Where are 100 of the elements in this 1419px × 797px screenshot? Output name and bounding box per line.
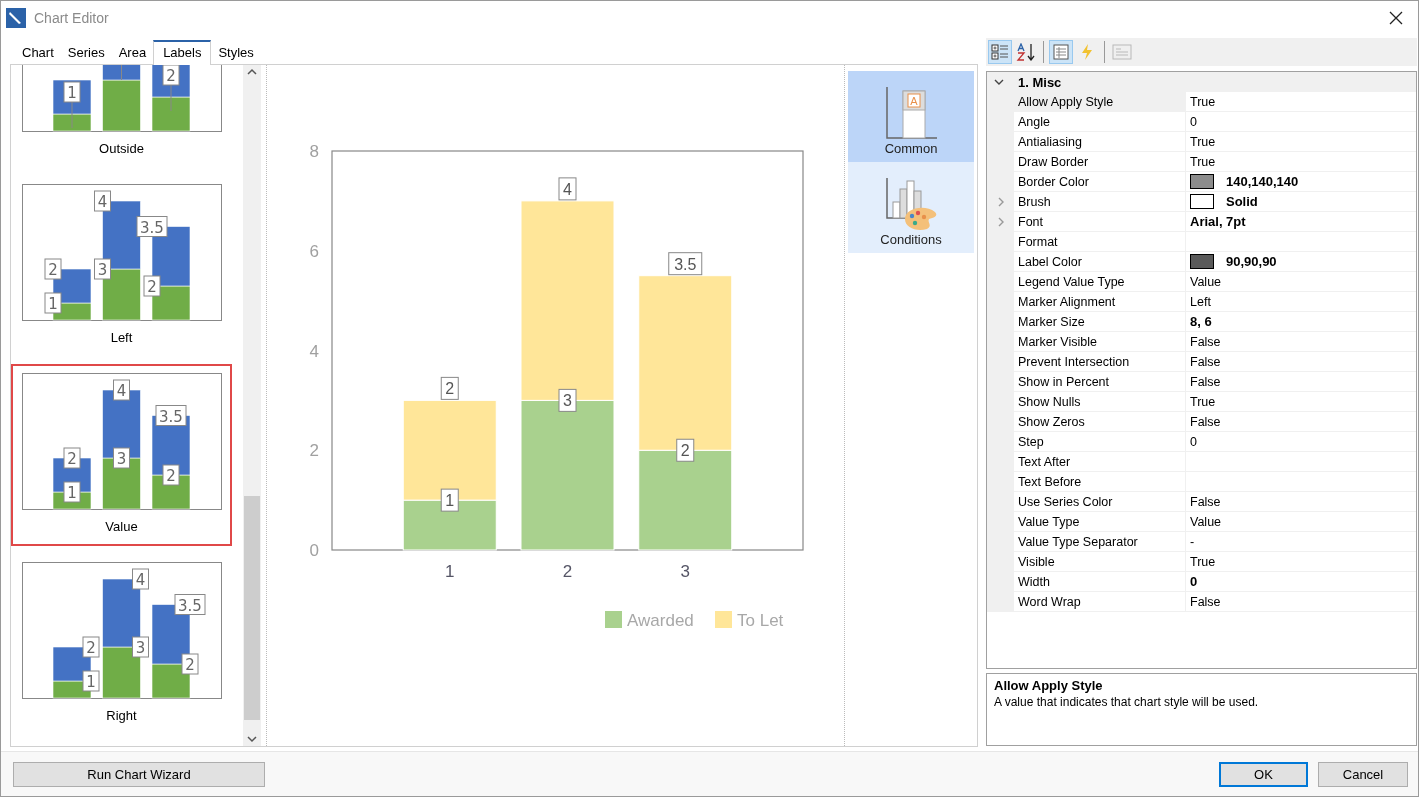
label-style-option[interactable]: 1 2 3 4 2 3.5 Right [11, 553, 232, 735]
property-name[interactable]: Prevent Intersection [1014, 352, 1186, 372]
property-value[interactable]: Value [1190, 274, 1222, 289]
category-button[interactable]: A Common [848, 71, 974, 162]
property-name[interactable]: Draw Border [1014, 152, 1186, 172]
property-row[interactable]: Format [987, 232, 1416, 252]
property-name[interactable]: Word Wrap [1014, 592, 1186, 612]
property-row[interactable]: Visible True [987, 552, 1416, 572]
property-row[interactable]: Legend Value Type Value [987, 272, 1416, 292]
property-value[interactable]: 90,90,90 [1226, 254, 1277, 269]
property-value[interactable]: False [1190, 374, 1221, 389]
property-row[interactable]: Value Type Value [987, 512, 1416, 532]
property-name[interactable]: Antialiasing [1014, 132, 1186, 152]
thumbnail-value-label: 2 [162, 65, 179, 112]
property-name[interactable]: Angle [1014, 112, 1186, 132]
property-name[interactable]: Step [1014, 432, 1186, 452]
property-value[interactable]: False [1190, 354, 1221, 369]
label-style-option[interactable]: 1 2 3 4 2 3.5 Left [11, 175, 232, 357]
property-name[interactable]: Value Type [1014, 512, 1186, 532]
property-row[interactable]: Angle 0 [987, 112, 1416, 132]
x-tick-label: 1 [445, 562, 455, 581]
property-name[interactable]: Width [1014, 572, 1186, 592]
property-name[interactable]: Visible [1014, 552, 1186, 572]
property-row[interactable]: Text After [987, 452, 1416, 472]
property-value[interactable]: False [1190, 594, 1221, 609]
property-name[interactable]: Use Series Color [1014, 492, 1186, 512]
property-row[interactable]: Show in Percent False [987, 372, 1416, 392]
property-row[interactable]: Width 0 [987, 572, 1416, 592]
property-name[interactable]: Text After [1014, 452, 1186, 472]
property-value[interactable]: - [1190, 534, 1195, 549]
category-button[interactable]: Conditions [848, 162, 974, 253]
property-row[interactable]: Marker Alignment Left [987, 292, 1416, 312]
tab[interactable]: Styles [211, 40, 261, 64]
property-name[interactable]: Show in Percent [1014, 372, 1186, 392]
property-row[interactable]: Marker Visible False [987, 332, 1416, 352]
ok-button[interactable]: OK [1219, 761, 1308, 787]
property-name[interactable]: Label Color [1014, 252, 1186, 272]
scroll-thumb[interactable] [244, 496, 260, 720]
property-row[interactable]: Show Nulls True [987, 392, 1416, 412]
property-value[interactable]: True [1190, 94, 1216, 109]
property-row[interactable]: Value Type Separator - [987, 532, 1416, 552]
property-name[interactable]: Font [1014, 212, 1186, 232]
property-value[interactable]: Value [1190, 514, 1222, 529]
data-label: 3.5 [668, 252, 703, 276]
property-name[interactable]: Marker Size [1014, 312, 1186, 332]
property-row[interactable]: Text Before [987, 472, 1416, 492]
property-name[interactable]: Show Zeros [1014, 412, 1186, 432]
property-row[interactable]: Font Arial, 7pt [987, 212, 1416, 232]
property-value[interactable]: 8, 6 [1190, 314, 1212, 329]
property-value[interactable]: 0 [1190, 434, 1197, 449]
property-row[interactable]: Draw Border True [987, 152, 1416, 172]
property-row[interactable]: Use Series Color False [987, 492, 1416, 512]
property-name[interactable]: Show Nulls [1014, 392, 1186, 412]
y-tick-label: 2 [309, 441, 319, 461]
property-name[interactable]: Text Before [1014, 472, 1186, 492]
property-name[interactable]: Allow Apply Style [1014, 92, 1186, 112]
property-value[interactable]: 0 [1190, 574, 1198, 589]
property-value[interactable]: 140,140,140 [1226, 174, 1299, 189]
property-row[interactable]: Marker Size 8, 6 [987, 312, 1416, 332]
label-style-option[interactable]: 1 2 3 4 2 3.5 Value [11, 364, 232, 546]
label-style-option[interactable]: 1 2 Outside [11, 65, 232, 168]
tab[interactable]: Area [111, 40, 154, 64]
categorized-button[interactable] [988, 40, 1012, 64]
property-row[interactable]: Label Color 90,90,90 [987, 252, 1416, 272]
property-name[interactable]: Brush [1014, 192, 1186, 212]
property-value[interactable]: Left [1190, 294, 1211, 309]
property-value[interactable]: True [1190, 554, 1216, 569]
property-value[interactable]: Solid [1226, 194, 1258, 209]
property-row[interactable]: Brush Solid [987, 192, 1416, 212]
property-row[interactable]: Step 0 [987, 432, 1416, 452]
close-icon[interactable] [1389, 10, 1403, 25]
properties-button[interactable] [1049, 40, 1073, 64]
property-name[interactable]: Legend Value Type [1014, 272, 1186, 292]
tab[interactable]: Series [60, 40, 112, 64]
property-value[interactable]: False [1190, 414, 1221, 429]
property-row[interactable]: Antialiasing True [987, 132, 1416, 152]
window-title: Chart Editor [34, 9, 109, 26]
property-value[interactable]: True [1190, 154, 1216, 169]
property-value[interactable]: False [1190, 334, 1221, 349]
property-row[interactable]: Allow Apply Style True [987, 92, 1416, 112]
list-icon [1052, 43, 1070, 61]
property-value[interactable]: True [1190, 134, 1216, 149]
property-name[interactable]: Marker Visible [1014, 332, 1186, 352]
property-name[interactable]: Border Color [1014, 172, 1186, 192]
property-row[interactable]: Show Zeros False [987, 412, 1416, 432]
property-name[interactable]: Value Type Separator [1014, 532, 1186, 552]
property-name[interactable]: Format [1014, 232, 1186, 252]
y-tick-label: 8 [309, 142, 319, 161]
property-value[interactable]: Arial, 7pt [1190, 214, 1246, 229]
tab[interactable]: Chart [15, 40, 61, 64]
property-row[interactable]: Word Wrap False [987, 592, 1416, 612]
property-value[interactable]: True [1190, 394, 1216, 409]
wizard-button[interactable]: Run Chart Wizard [13, 761, 265, 787]
property-row[interactable]: Prevent Intersection False [987, 352, 1416, 372]
property-value[interactable]: 0 [1190, 114, 1197, 129]
cancel-button[interactable]: Cancel [1318, 761, 1408, 787]
scrollbar[interactable] [243, 65, 261, 746]
property-value[interactable]: False [1190, 494, 1221, 509]
property-name[interactable]: Marker Alignment [1014, 292, 1186, 312]
property-row[interactable]: Border Color 140,140,140 [987, 172, 1416, 192]
